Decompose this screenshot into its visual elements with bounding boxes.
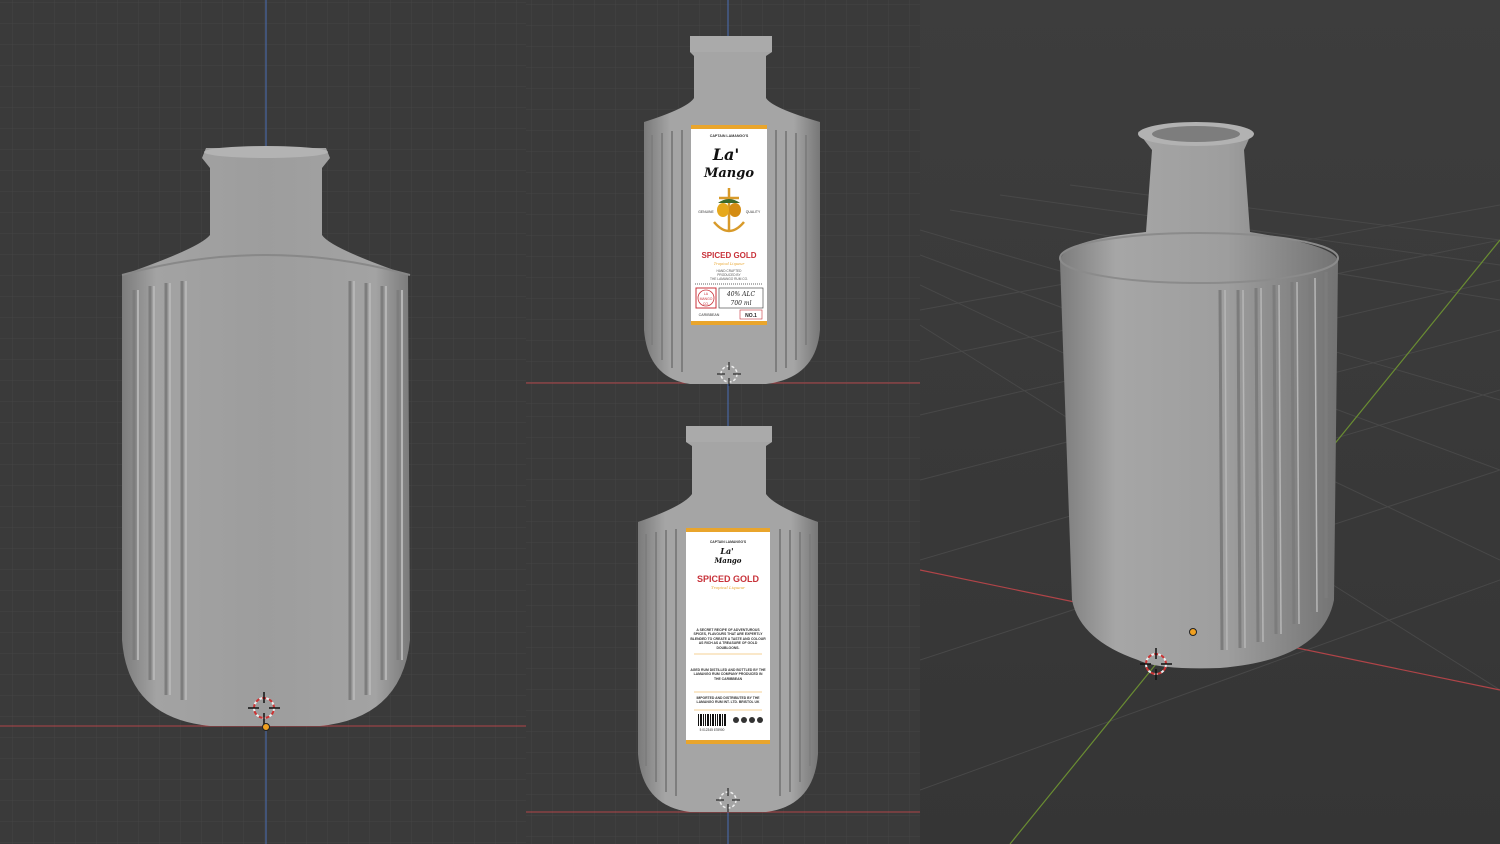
back-label: CAPTAIN LAMANGO'S La' Mango SPICED GOLD … (686, 528, 770, 744)
origin-point (1189, 628, 1197, 636)
viewport-front-ortho[interactable] (0, 0, 526, 844)
back-product: SPICED GOLD (697, 574, 760, 584)
label-maker: CAPTAIN LAMANGO'S (710, 134, 749, 138)
back-maker: CAPTAIN LAMANGO'S (710, 540, 747, 544)
label-product: SPICED GOLD (701, 251, 756, 260)
label-origin-tag: CARIBBEAN (699, 313, 720, 317)
stamp-line1: LA (704, 292, 709, 296)
back-brand-line1: La' (719, 546, 733, 556)
label-right-tag: QUALITY (746, 210, 761, 214)
viewport-front-label[interactable]: CAPTAIN LAMANGO'S La' Mango GENUINE QUAL… (526, 0, 920, 414)
origin-point (262, 723, 270, 731)
back-brand-line2: Mango (714, 556, 742, 565)
label-volume: 700 ml (731, 300, 752, 307)
back-paragraph-2: AGED RUM DISTILLED AND BOTTLED BY THE LA… (690, 668, 766, 681)
viewport-back-label[interactable]: CAPTAIN LAMANGO'S La' Mango SPICED GOLD … (526, 414, 920, 844)
stamp-line3: CO. (703, 302, 709, 306)
front-label: CAPTAIN LAMANGO'S La' Mango GENUINE QUAL… (691, 125, 767, 325)
back-script: Tropical Liqueur (711, 585, 746, 590)
viewport-perspective[interactable] (920, 0, 1500, 844)
label-number: NO.1 (745, 313, 757, 319)
label-left-tag: GENUINE (698, 210, 714, 214)
barcode-number: 5 012345 678900 (700, 728, 725, 732)
label-info-3: THE LAMANGO RUM CO. (710, 277, 748, 281)
label-brand-line2: Mango (703, 166, 754, 181)
stamp-line2: MANGO (700, 297, 713, 301)
back-paragraph-1: A SECRET RECIPE OF ADVENTUROUS SPICES, F… (690, 628, 766, 650)
label-script: Tropical Liqueur (714, 262, 745, 266)
back-paragraph-3: IMPORTED AND DISTRIBUTED BY THE LAMANGO … (696, 696, 760, 705)
label-brand-line1: La' (712, 145, 740, 164)
label-abv: 40% ALC (726, 291, 756, 298)
